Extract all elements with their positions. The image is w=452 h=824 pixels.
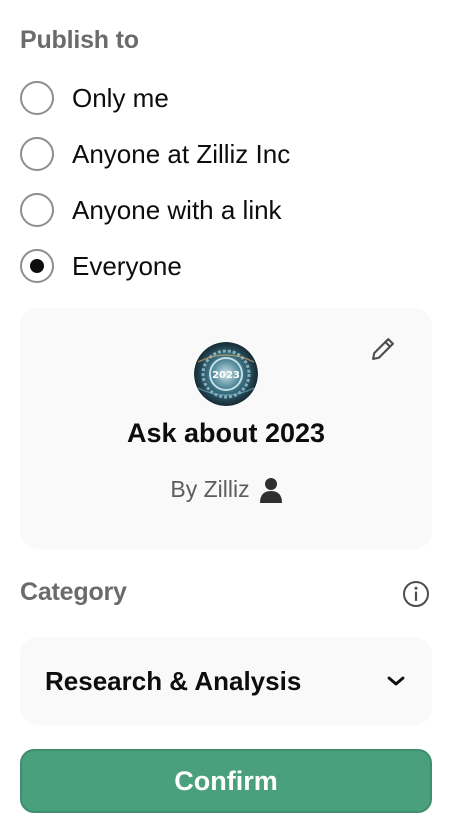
radio-option-anyone-at-org[interactable]: Anyone at Zilliz Inc	[20, 134, 290, 174]
avatar-text: 2023	[212, 370, 240, 381]
radio-button-selected[interactable]	[20, 249, 54, 283]
category-select[interactable]: Research & Analysis	[20, 637, 432, 725]
radio-label: Only me	[72, 82, 169, 113]
edit-button[interactable]	[368, 334, 398, 364]
confirm-button[interactable]: Confirm	[20, 749, 432, 813]
gpt-avatar: 2023	[194, 342, 258, 406]
category-label: Category	[20, 578, 127, 606]
chevron-down-icon	[386, 674, 406, 688]
radio-button[interactable]	[20, 193, 54, 227]
radio-option-only-me[interactable]: Only me	[20, 78, 169, 118]
radio-button[interactable]	[20, 81, 54, 115]
gpt-preview-card: 2023 Ask about 2023 By Zilliz	[20, 308, 432, 549]
info-icon[interactable]	[401, 579, 431, 609]
category-value: Research & Analysis	[45, 665, 302, 696]
publish-to-label: Publish to	[20, 26, 139, 54]
gpt-name: Ask about 2023	[126, 418, 326, 448]
person-icon	[259, 477, 282, 503]
radio-label: Anyone at Zilliz Inc	[72, 138, 291, 169]
author-text: By Zilliz	[170, 476, 250, 502]
radio-label: Everyone	[72, 250, 182, 281]
radio-button[interactable]	[20, 137, 54, 171]
pencil-icon	[369, 335, 397, 363]
radio-selected-dot	[30, 259, 44, 273]
radio-option-everyone[interactable]: Everyone	[20, 246, 182, 286]
radio-option-anyone-with-link[interactable]: Anyone with a link	[20, 190, 282, 230]
radio-label: Anyone with a link	[72, 194, 282, 225]
gpt-author: By Zilliz	[20, 476, 432, 503]
